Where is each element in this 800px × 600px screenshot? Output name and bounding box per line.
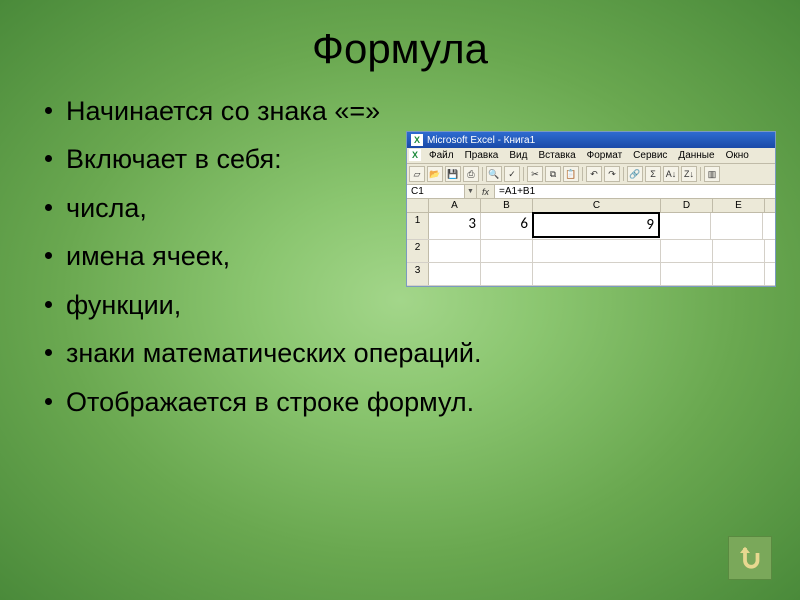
- link-icon[interactable]: 🔗: [627, 166, 643, 182]
- cell[interactable]: [713, 240, 765, 262]
- excel-window: X Microsoft Excel - Книга1 X Файл Правка…: [406, 131, 776, 287]
- column-headers: A B C D E: [407, 199, 775, 213]
- spell-icon[interactable]: ✓: [504, 166, 520, 182]
- table-row: 3: [407, 263, 775, 286]
- cell[interactable]: [481, 240, 533, 262]
- row-header[interactable]: 3: [407, 263, 429, 285]
- cell[interactable]: [661, 263, 713, 285]
- return-button[interactable]: [728, 536, 772, 580]
- cell[interactable]: [533, 240, 661, 262]
- menu-window[interactable]: Окно: [721, 149, 754, 162]
- page-title: Формула: [0, 0, 800, 93]
- cell[interactable]: [429, 240, 481, 262]
- sort-asc-icon[interactable]: A↓: [663, 166, 679, 182]
- col-header[interactable]: B: [481, 199, 533, 212]
- menu-insert[interactable]: Вставка: [533, 149, 580, 162]
- cell[interactable]: [711, 213, 763, 239]
- preview-icon[interactable]: 🔍: [486, 166, 502, 182]
- col-header[interactable]: C: [533, 199, 661, 212]
- menu-tools[interactable]: Сервис: [628, 149, 672, 162]
- cell[interactable]: [481, 263, 533, 285]
- cut-icon[interactable]: ✂: [527, 166, 543, 182]
- menu-edit[interactable]: Правка: [460, 149, 504, 162]
- excel-menubar: X Файл Правка Вид Вставка Формат Сервис …: [407, 148, 775, 164]
- excel-toolbar: ▱ 📂 💾 ⎙ 🔍 ✓ ✂ ⧉ 📋 ↶ ↷ 🔗 Σ A↓ Z↓ ▥: [407, 164, 775, 185]
- list-item: Отображается в строке формул.: [45, 384, 780, 420]
- col-header[interactable]: D: [661, 199, 713, 212]
- cell-selected[interactable]: 9: [532, 212, 660, 238]
- formula-input[interactable]: =A1+B1: [495, 185, 775, 198]
- undo-icon[interactable]: ↶: [586, 166, 602, 182]
- chart-icon[interactable]: ▥: [704, 166, 720, 182]
- excel-title-text: Microsoft Excel - Книга1: [427, 135, 535, 146]
- u-turn-arrow-icon: [735, 543, 765, 573]
- col-header[interactable]: A: [429, 199, 481, 212]
- menu-view[interactable]: Вид: [504, 149, 532, 162]
- name-box-dropdown-icon[interactable]: ▼: [465, 185, 477, 198]
- cell[interactable]: 6: [481, 213, 533, 239]
- formula-bar: C1 ▼ fx =A1+B1: [407, 185, 775, 199]
- cell[interactable]: [533, 263, 661, 285]
- cell[interactable]: [659, 213, 711, 239]
- table-row: 2: [407, 240, 775, 263]
- copy-icon[interactable]: ⧉: [545, 166, 561, 182]
- menu-data[interactable]: Данные: [673, 149, 719, 162]
- cell[interactable]: [429, 263, 481, 285]
- row-header[interactable]: 1: [407, 213, 429, 239]
- list-item: Начинается со знака «=»: [45, 93, 780, 129]
- menu-format[interactable]: Формат: [582, 149, 628, 162]
- sort-desc-icon[interactable]: Z↓: [681, 166, 697, 182]
- cell[interactable]: 3: [429, 213, 481, 239]
- paste-icon[interactable]: 📋: [563, 166, 579, 182]
- print-icon[interactable]: ⎙: [463, 166, 479, 182]
- sum-icon[interactable]: Σ: [645, 166, 661, 182]
- name-box[interactable]: C1: [407, 185, 465, 198]
- menu-file[interactable]: Файл: [424, 149, 459, 162]
- cell[interactable]: [713, 263, 765, 285]
- list-item: знаки математических операций.: [45, 335, 780, 371]
- excel-app-icon: X: [411, 134, 423, 146]
- row-header[interactable]: 2: [407, 240, 429, 262]
- new-icon[interactable]: ▱: [409, 166, 425, 182]
- cell[interactable]: [661, 240, 713, 262]
- open-icon[interactable]: 📂: [427, 166, 443, 182]
- excel-app-icon: X: [409, 149, 421, 161]
- redo-icon[interactable]: ↷: [604, 166, 620, 182]
- excel-grid: A B C D E 1 3 6 9 2 3: [407, 199, 775, 286]
- col-header[interactable]: E: [713, 199, 765, 212]
- save-icon[interactable]: 💾: [445, 166, 461, 182]
- list-item: функции,: [45, 287, 780, 323]
- table-row: 1 3 6 9: [407, 213, 775, 240]
- excel-titlebar: X Microsoft Excel - Книга1: [407, 132, 775, 148]
- fx-icon[interactable]: fx: [477, 185, 495, 198]
